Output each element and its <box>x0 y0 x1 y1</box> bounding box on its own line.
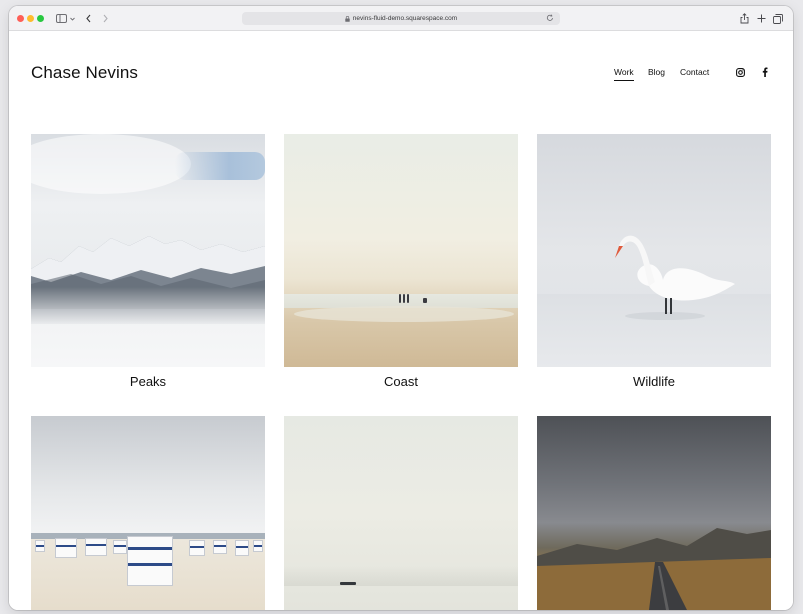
road-image <box>537 416 771 610</box>
gallery-item-peaks[interactable]: Peaks <box>31 134 265 399</box>
gallery-caption: Peaks <box>129 374 167 389</box>
nav-link-blog[interactable]: Blog <box>648 67 665 77</box>
zoom-window-button[interactable] <box>37 15 44 22</box>
gallery-item-misty-sea[interactable] <box>284 416 518 610</box>
browser-toolbar: nevins-fluid-demo.squarespace.com <box>9 6 793 31</box>
reload-icon[interactable] <box>546 14 554 24</box>
new-tab-icon[interactable] <box>756 12 766 25</box>
wildlife-image <box>537 134 771 367</box>
address-bar[interactable]: nevins-fluid-demo.squarespace.com <box>242 12 560 25</box>
web-page: Chase Nevins Work Blog Contact Peaks Coa… <box>9 32 793 610</box>
forward-icon[interactable] <box>101 12 109 25</box>
gallery-item-road[interactable] <box>537 416 771 610</box>
minimize-window-button[interactable] <box>27 15 34 22</box>
misty-sea-image <box>284 416 518 610</box>
nav-link-contact[interactable]: Contact <box>680 67 709 77</box>
site-title[interactable]: Chase Nevins <box>31 63 138 83</box>
share-icon[interactable] <box>739 12 749 25</box>
coast-image <box>284 134 518 367</box>
beach-chairs-image <box>31 416 265 610</box>
facebook-icon[interactable] <box>760 67 770 77</box>
sidebar-toggle-icon[interactable] <box>55 12 67 25</box>
gallery-caption: Wildlife <box>633 374 675 389</box>
close-window-button[interactable] <box>17 15 24 22</box>
gallery-item-coast[interactable]: Coast <box>284 134 518 399</box>
instagram-icon[interactable] <box>735 67 745 77</box>
lock-icon <box>345 15 350 22</box>
nav-link-work[interactable]: Work <box>614 67 634 81</box>
gallery-caption: Coast <box>384 374 418 389</box>
back-icon[interactable] <box>84 12 92 25</box>
gallery-item-wildlife[interactable]: Wildlife <box>537 134 771 399</box>
gallery-item-beach-chairs[interactable] <box>31 416 265 610</box>
peaks-image <box>31 134 265 367</box>
url-text: nevins-fluid-demo.squarespace.com <box>352 15 458 22</box>
chevron-down-icon[interactable] <box>69 12 75 25</box>
tab-overview-icon[interactable] <box>773 12 783 25</box>
browser-window: nevins-fluid-demo.squarespace.com Chase … <box>9 6 793 610</box>
